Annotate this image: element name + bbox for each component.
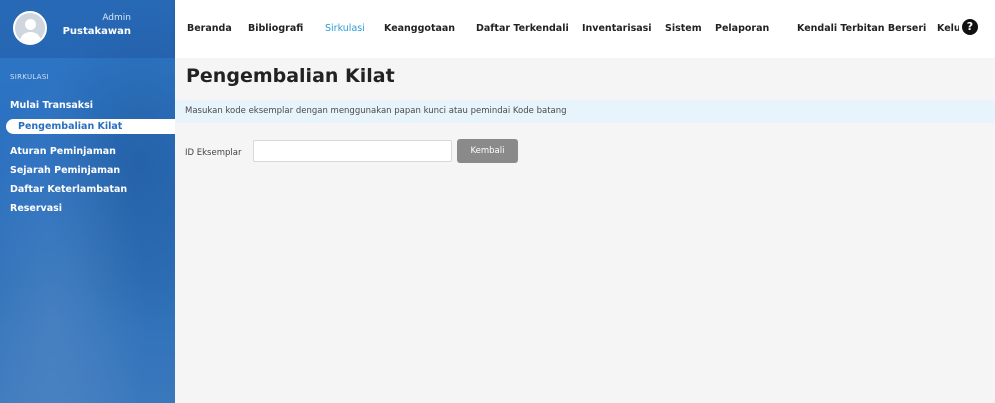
sidebar-item-aturan-peminjaman[interactable]: Aturan Peminjaman (10, 146, 116, 157)
nav-daftar-terkendali[interactable]: Daftar Terkendali (476, 23, 569, 34)
page-title: Pengembalian Kilat (186, 65, 395, 87)
nav-beranda[interactable]: Beranda (187, 23, 232, 34)
sidebar-item-sejarah-peminjaman[interactable]: Sejarah Peminjaman (10, 165, 120, 176)
info-text: Masukan kode eksemplar dengan menggunaka… (185, 106, 567, 116)
user-role: Admin (102, 13, 131, 23)
user-name: Pustakawan (62, 26, 131, 37)
avatar-head-icon (25, 19, 36, 30)
avatar-body-icon (20, 32, 41, 43)
item-id-label: ID Eksemplar (185, 148, 242, 158)
nav-keluar[interactable]: Kelu (937, 23, 959, 34)
avatar[interactable] (13, 11, 47, 45)
nav-pelaporan[interactable]: Pelaporan (715, 23, 769, 34)
nav-inventarisasi[interactable]: Inventarisasi (582, 23, 652, 34)
nav-bibliografi[interactable]: Bibliografi (248, 23, 303, 34)
sidebar-item-pengembalian-kilat[interactable]: Pengembalian Kilat (6, 119, 175, 134)
item-id-input[interactable] (253, 140, 452, 162)
sidebar-item-daftar-keterlambatan[interactable]: Daftar Keterlambatan (10, 184, 127, 195)
nav-kendali-terbitan-berseri[interactable]: Kendali Terbitan Berseri (797, 23, 926, 34)
nav-keanggotaan[interactable]: Keanggotaan (384, 23, 455, 34)
sidebar-item-reservasi[interactable]: Reservasi (10, 203, 62, 214)
sidebar-item-mulai-transaksi[interactable]: Mulai Transaksi (10, 100, 93, 111)
nav-sistem[interactable]: Sistem (665, 23, 702, 34)
sidebar: Admin Pustakawan SIRKULASI Mulai Transak… (0, 0, 175, 403)
nav-sirkulasi[interactable]: Sirkulasi (325, 23, 365, 34)
info-bar: Masukan kode eksemplar dengan menggunaka… (175, 100, 995, 123)
top-nav: Beranda Bibliografi Sirkulasi Keanggotaa… (175, 0, 995, 58)
main-content: Pengembalian Kilat Masukan kode eksempla… (175, 58, 995, 403)
help-icon[interactable]: ? (962, 19, 978, 35)
sidebar-section-label: SIRKULASI (10, 73, 49, 81)
return-button[interactable]: Kembali (457, 139, 518, 163)
user-profile: Admin Pustakawan (0, 0, 175, 58)
